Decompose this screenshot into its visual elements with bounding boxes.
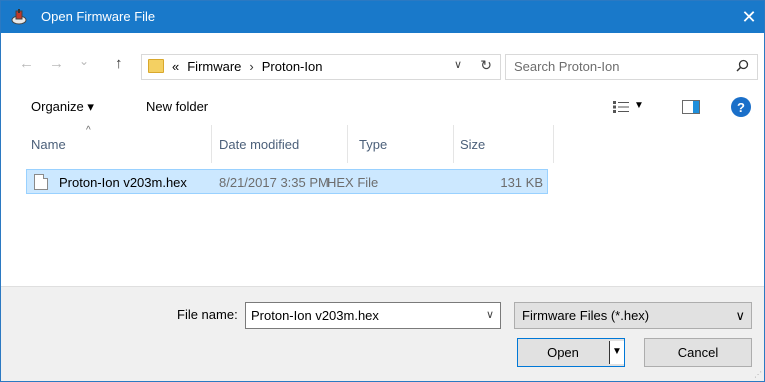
column-header-name[interactable]: Name	[31, 137, 66, 152]
breadcrumb: « Firmware › Proton-Ion	[172, 59, 322, 74]
breadcrumb-item-firmware[interactable]: Firmware	[187, 59, 241, 74]
file-name-label: File name:	[177, 307, 238, 322]
organize-button[interactable]: Organize ▾	[31, 99, 94, 115]
view-options-icon[interactable]	[613, 101, 629, 113]
forward-button[interactable]: →	[49, 56, 64, 71]
chevron-down-icon: ▼	[612, 346, 622, 357]
address-bar[interactable]: « Firmware › Proton-Ion ∨ ↻	[141, 54, 501, 80]
breadcrumb-item-proton-ion[interactable]: Proton-Ion	[262, 59, 323, 74]
help-icon[interactable]: ?	[731, 97, 751, 117]
file-type-filter-value: Firmware Files (*.hex)	[522, 308, 650, 323]
up-button[interactable]: ↑	[115, 56, 123, 71]
column-header-date[interactable]: Date modified	[219, 137, 299, 152]
file-type-filter[interactable]: Firmware Files (*.hex) ∨	[514, 302, 752, 329]
title-bar[interactable]: Open Firmware File ✕	[1, 1, 764, 33]
file-list[interactable]: ^ Name Date modified Type Size Proton-Io…	[1, 125, 764, 286]
column-divider[interactable]	[211, 125, 212, 163]
back-button[interactable]: ←	[19, 56, 34, 71]
breadcrumb-separator[interactable]: ›	[249, 59, 253, 74]
open-split-dropdown[interactable]: ▼	[609, 341, 624, 364]
file-size: 131 KB	[500, 175, 543, 190]
column-headers: ^ Name Date modified Type Size	[1, 125, 764, 167]
sort-indicator-icon: ^	[86, 125, 91, 136]
file-date-modified: 8/21/2017 3:35 PM	[219, 175, 329, 190]
file-icon	[34, 174, 48, 190]
column-divider[interactable]	[453, 125, 454, 163]
search-icon[interactable]	[736, 59, 749, 72]
file-type: HEX File	[327, 175, 379, 190]
file-name-input[interactable]	[251, 308, 471, 323]
file-row[interactable]: Proton-Ion v203m.hex 8/21/2017 3:35 PM H…	[26, 169, 548, 194]
command-bar: Organize ▾ New folder ▼ ?	[1, 93, 764, 123]
address-row: ← → ⌄ ↑ « Firmware › Proton-Ion ∨ ↻	[1, 33, 764, 81]
search-box[interactable]	[505, 54, 758, 80]
address-dropdown-icon[interactable]: ∨	[454, 58, 462, 71]
column-header-size[interactable]: Size	[460, 137, 485, 152]
close-button[interactable]: ✕	[734, 1, 764, 33]
file-name-combo[interactable]: ∨	[245, 302, 501, 329]
recent-locations-button[interactable]: ⌄	[79, 55, 89, 67]
resize-grip-icon[interactable]: ⋰	[754, 370, 762, 379]
window-title: Open Firmware File	[41, 9, 156, 24]
close-icon: ✕	[741, 6, 757, 27]
open-file-dialog: Open Firmware File ✕ ← → ⌄ ↑ « Firmware …	[0, 0, 765, 382]
column-divider[interactable]	[347, 125, 348, 163]
column-header-type[interactable]: Type	[359, 137, 387, 152]
refresh-icon[interactable]: ↻	[480, 57, 492, 74]
cancel-button[interactable]: Cancel	[644, 338, 752, 367]
preview-pane-icon[interactable]	[682, 100, 700, 114]
app-icon	[11, 9, 27, 25]
column-divider[interactable]	[553, 125, 554, 163]
folder-icon	[148, 59, 164, 73]
chevron-down-icon[interactable]: ∨	[735, 308, 745, 324]
file-name: Proton-Ion v203m.hex	[59, 175, 187, 190]
search-input[interactable]	[514, 59, 724, 74]
dialog-footer: File name: ∨ Firmware Files (*.hex) ∨ Op…	[1, 286, 764, 381]
open-button[interactable]: Open ▼	[517, 338, 625, 367]
chevron-down-icon[interactable]: ∨	[486, 308, 494, 321]
view-dropdown-icon[interactable]: ▼	[634, 100, 644, 111]
new-folder-button[interactable]: New folder	[146, 99, 208, 114]
breadcrumb-overflow[interactable]: «	[172, 59, 179, 74]
open-button-label: Open	[547, 345, 579, 360]
